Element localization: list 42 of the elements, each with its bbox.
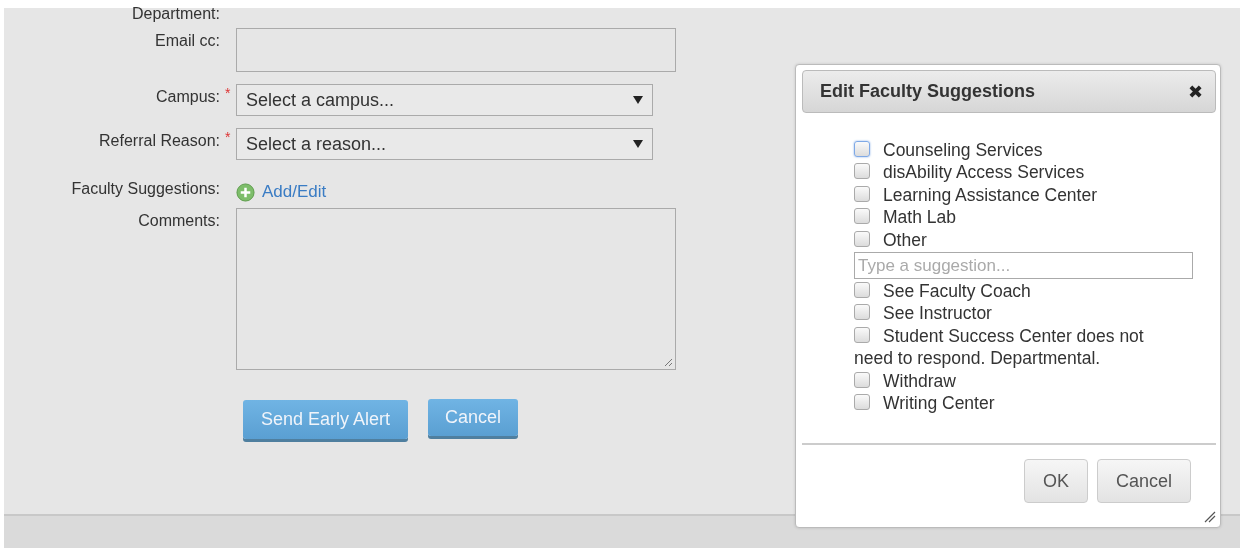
- dropdown[interactable]: Select a reason...: [236, 128, 653, 160]
- dialog-button[interactable]: Cancel: [1096, 459, 1191, 503]
- field-label: Faculty Suggestions:: [70, 179, 220, 198]
- checkbox[interactable]: [854, 371, 870, 388]
- checkbox[interactable]: [854, 208, 870, 225]
- dialog-button[interactable]: OK: [1023, 459, 1088, 503]
- field-label: Department:: [130, 8, 220, 20]
- field-label: Email cc:: [154, 31, 220, 50]
- suggestion-field[interactable]: Type a suggestion...: [854, 252, 1193, 280]
- checkbox-option[interactable]: Learning Assistance Center: [854, 183, 1164, 207]
- checkbox-option[interactable]: Math Lab: [854, 206, 1164, 229]
- checkbox-option[interactable]: See Instructor: [854, 302, 1164, 325]
- email-cc-field[interactable]: [236, 28, 676, 72]
- checkbox-option[interactable]: Student Success Center does not need to respond. Departmental.: [854, 324, 1164, 370]
- caret-icon: [633, 140, 643, 148]
- resize-grip-icon: [664, 358, 673, 367]
- resize-grip-icon: [1204, 511, 1216, 523]
- checkbox[interactable]: [854, 163, 870, 180]
- add-icon: [236, 182, 255, 202]
- checkbox[interactable]: [854, 394, 870, 411]
- required-mark: *: [224, 85, 231, 101]
- checkbox-option[interactable]: disAbility Access Services: [854, 161, 1164, 184]
- field-label: Campus:: [154, 87, 220, 106]
- checkbox[interactable]: [854, 230, 870, 247]
- caret-icon: [633, 96, 643, 104]
- close-button[interactable]: ✖: [1187, 81, 1203, 102]
- comments-field[interactable]: [236, 208, 676, 370]
- checkbox[interactable]: [854, 304, 870, 321]
- dialog-title: Edit Faculty Suggestions: [820, 81, 1036, 102]
- checkbox[interactable]: [854, 282, 870, 299]
- field-label: Comments:: [137, 211, 220, 230]
- checkbox-option[interactable]: Counseling Services: [854, 139, 1164, 162]
- checkbox[interactable]: [854, 141, 870, 157]
- checkbox-option[interactable]: Other: [854, 228, 1164, 252]
- checkbox[interactable]: [854, 326, 870, 343]
- field-label: Referral Reason:: [98, 131, 220, 150]
- required-mark: *: [224, 129, 231, 145]
- checkbox-option[interactable]: See Faculty Coach: [854, 280, 1164, 303]
- dropdown[interactable]: Select a campus...: [236, 84, 653, 116]
- checkbox[interactable]: [854, 185, 870, 202]
- checkbox-option[interactable]: Writing Center: [854, 392, 1164, 415]
- checkbox-option[interactable]: Withdraw: [854, 369, 1164, 393]
